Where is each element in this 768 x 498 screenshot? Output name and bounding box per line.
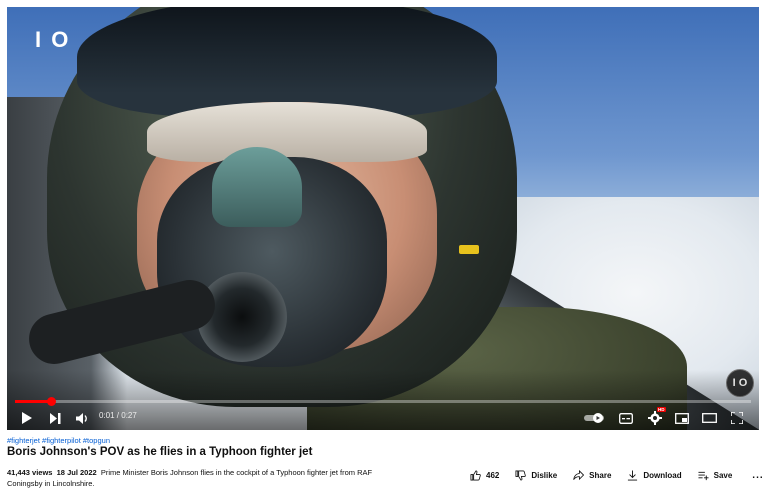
video-hashtags[interactable]: #fighterjet #fighterpilot #topgun xyxy=(7,436,110,445)
video-frame[interactable] xyxy=(7,7,759,430)
save-label: Save xyxy=(713,470,733,480)
next-button[interactable] xyxy=(47,406,63,430)
helmet-visor xyxy=(77,7,497,117)
thumbs-up-icon xyxy=(470,470,481,480)
download-button[interactable]: Download xyxy=(627,469,682,481)
progress-fill xyxy=(15,400,52,403)
play-icon xyxy=(22,412,32,424)
player-controls: 0:01 / 0:27 HD xyxy=(7,406,759,430)
dislike-label: Dislike xyxy=(531,470,558,480)
miniplayer-button[interactable] xyxy=(673,406,691,430)
theater-mode-button[interactable] xyxy=(700,406,718,430)
settings-button[interactable]: HD xyxy=(645,406,666,430)
autoplay-toggle[interactable] xyxy=(583,406,607,430)
subtitles-button[interactable] xyxy=(617,406,635,430)
progress-bar[interactable] xyxy=(15,397,751,406)
like-button[interactable]: 462 xyxy=(470,470,499,481)
oxygen-mask-nose xyxy=(212,147,302,227)
video-title: Boris Johnson's POV as he flies in a Typ… xyxy=(7,446,313,458)
save-playlist-icon xyxy=(698,471,709,480)
time-display: 0:01 / 0:27 xyxy=(99,411,137,420)
volume-icon xyxy=(75,412,87,424)
subtitles-icon xyxy=(619,412,633,424)
download-icon xyxy=(628,469,638,481)
hd-badge: HD xyxy=(657,407,666,412)
share-label: Share xyxy=(589,470,612,480)
miniplayer-icon xyxy=(675,412,689,424)
next-icon xyxy=(49,412,60,424)
action-bar: 462 Dislike Share Download Save ... xyxy=(470,467,764,483)
more-actions-button[interactable]: ... xyxy=(752,470,763,481)
video-player[interactable]: I O I O 0:01 / 0:27 xyxy=(7,7,759,430)
share-button[interactable]: Share xyxy=(573,469,612,481)
youtube-watch-page: I O I O 0:01 / 0:27 xyxy=(0,0,768,498)
view-count: 41,443 views xyxy=(7,468,53,477)
fullscreen-button[interactable] xyxy=(728,406,746,430)
volume-button[interactable] xyxy=(73,406,91,430)
thumbs-down-icon xyxy=(515,470,527,480)
settings-icon xyxy=(648,411,662,425)
autoplay-toggle-icon xyxy=(584,413,604,423)
download-label: Download xyxy=(643,470,682,480)
video-description[interactable]: 41,443 views 18 Jul 2022 Prime Minister … xyxy=(7,467,387,489)
save-button[interactable]: Save xyxy=(698,470,733,481)
like-count: 462 xyxy=(486,470,500,480)
theater-icon xyxy=(701,413,717,423)
share-icon xyxy=(573,469,585,480)
fullscreen-icon xyxy=(731,412,743,424)
upload-date: 18 Jul 2022 xyxy=(56,468,97,477)
yellow-connector xyxy=(459,245,479,254)
dislike-button[interactable]: Dislike xyxy=(515,470,557,481)
play-button[interactable] xyxy=(19,406,35,430)
channel-logo: I O xyxy=(35,27,71,52)
pilot-hair xyxy=(147,102,427,162)
